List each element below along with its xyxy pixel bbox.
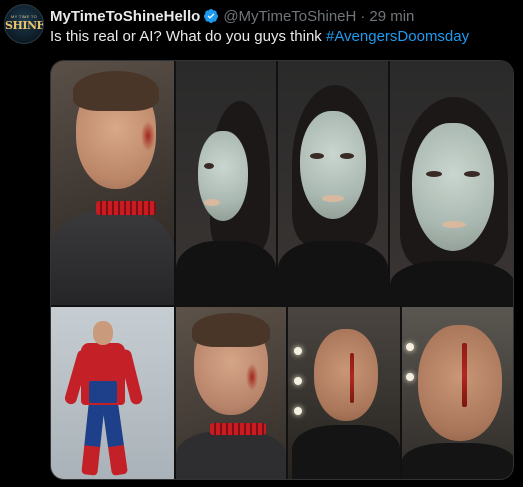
tweet-header: MyTimeToShineHello @MyTimeToShineH · 29 … — [50, 6, 414, 26]
separator-dot: · — [360, 7, 366, 25]
verified-badge-icon — [204, 9, 219, 23]
photo-spiderman-costume[interactable] — [51, 307, 174, 479]
photo-woman-profile[interactable] — [176, 61, 276, 305]
hashtag-link[interactable]: #AvengersDoomsday — [326, 28, 469, 45]
tweet-text: Is this real or AI? What do you guys thi… — [50, 28, 469, 45]
photo-bald-man-1[interactable] — [288, 307, 400, 479]
display-name[interactable]: MyTimeToShineHello — [50, 8, 200, 25]
photo-man-makeup-1[interactable] — [51, 61, 174, 305]
photo-man-makeup-2[interactable] — [176, 307, 286, 479]
timestamp[interactable]: 29 min — [369, 8, 414, 25]
tweet-body: Is this real or AI? What do you guys thi… — [50, 28, 326, 45]
media-grid[interactable] — [50, 60, 514, 480]
photo-woman-front[interactable] — [390, 61, 513, 305]
avatar-logo-text: SHINE — [5, 19, 44, 32]
photo-bald-man-2[interactable] — [402, 307, 513, 479]
photo-woman-three-quarter[interactable] — [278, 61, 388, 305]
user-handle[interactable]: @MyTimeToShineH — [223, 8, 356, 25]
avatar[interactable]: MY TIME TO SHINE — [4, 4, 44, 44]
